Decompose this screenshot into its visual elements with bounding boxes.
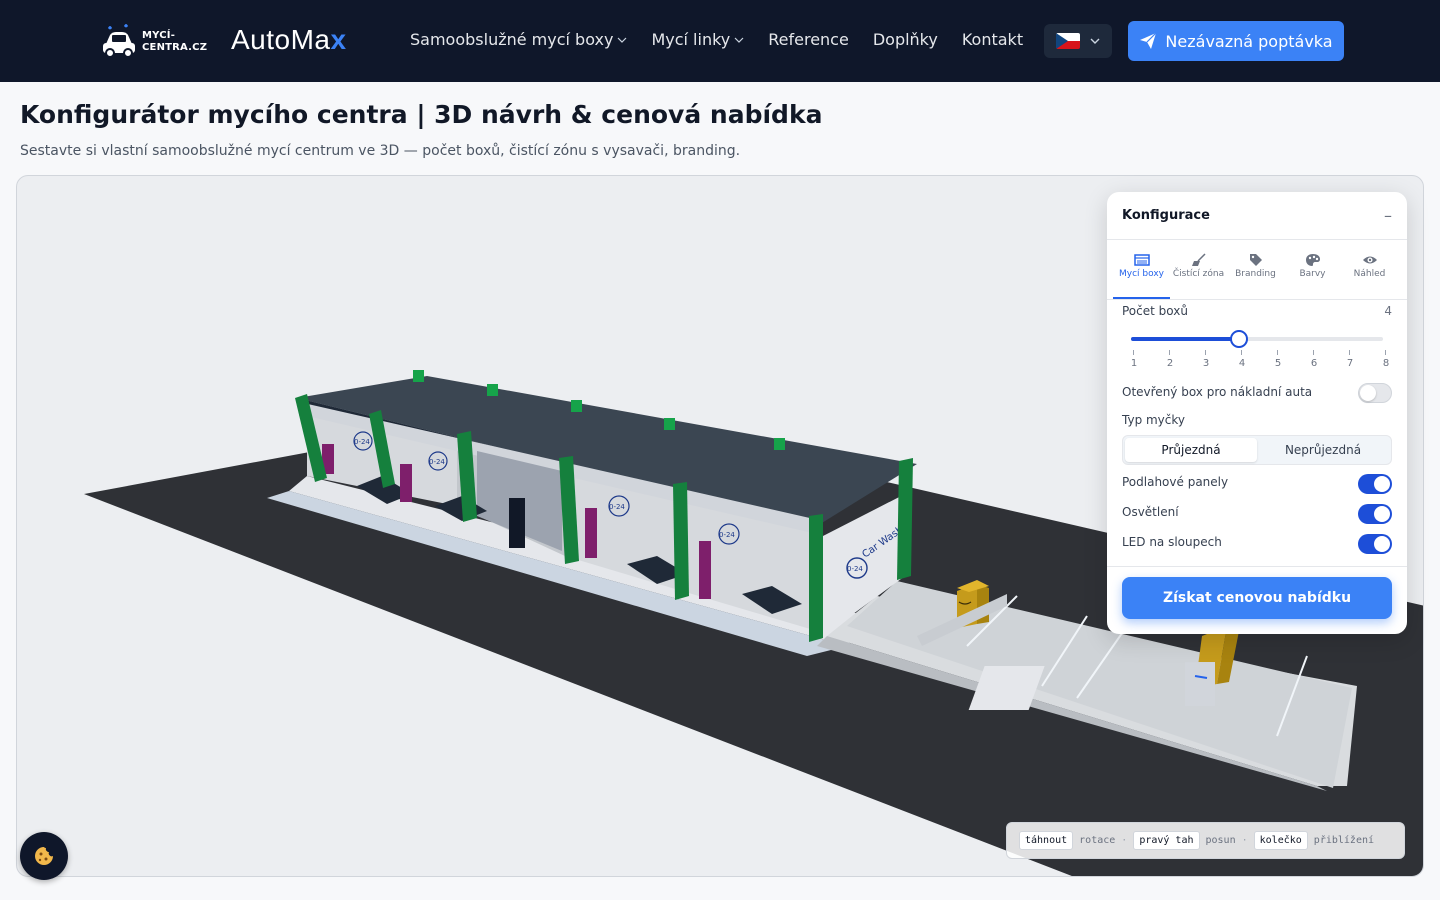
slider-tick-label: 4	[1235, 350, 1249, 369]
payment-terminal	[699, 541, 711, 599]
hint-separator: ·	[1241, 835, 1248, 846]
wash-type-non-drive-through[interactable]: Neprůjezdná	[1257, 438, 1389, 462]
led-pillars-toggle[interactable]	[1358, 534, 1392, 554]
hint-action-pan: posun	[1205, 835, 1236, 846]
tab-wash-boxes[interactable]: Mycí boxy	[1113, 240, 1170, 299]
floor-panels-toggle[interactable]	[1358, 474, 1392, 494]
tab-label: Barvy	[1299, 269, 1326, 279]
page-subtitle: Sestavte si vlastní samoobslužné mycí ce…	[20, 143, 741, 159]
get-quote-button[interactable]: Získat cenovou nabídku	[1122, 577, 1392, 619]
box-count-label: Počet boxů	[1122, 304, 1188, 318]
floor-panels-label: Podlahové panely	[1122, 475, 1229, 489]
cookie-icon	[35, 847, 53, 865]
hint-key-drag: táhnout	[1019, 831, 1074, 850]
automax-logo-accent: x	[330, 24, 347, 55]
automax-logo[interactable]: AutoMax	[231, 24, 347, 56]
car-wash-logo-icon	[103, 24, 135, 58]
czech-flag-icon	[1056, 33, 1080, 49]
tab-label: Náhled	[1353, 269, 1386, 279]
palette-icon	[1305, 254, 1320, 266]
sign-0-24: 0-24	[847, 565, 863, 573]
pillar	[809, 514, 823, 642]
slider-fill	[1131, 337, 1239, 341]
logo-text-line2: CENTRA.CZ	[142, 42, 208, 53]
pillar	[673, 482, 689, 600]
logo-text-line1: MYCÍ-	[142, 30, 176, 41]
mycicentra-logo[interactable]: MYCÍ- CENTRA.CZ	[98, 22, 208, 62]
sign-0-24: 0-24	[429, 458, 445, 466]
cookie-settings-button[interactable]	[20, 832, 68, 880]
led-pillars-label: LED na sloupech	[1122, 535, 1222, 549]
tab-colors[interactable]: Barvy	[1284, 240, 1341, 299]
truck-box-toggle[interactable]	[1358, 383, 1392, 403]
configuration-panel: Konfigurace – Mycí boxy Čistící zóna Bra…	[1107, 192, 1407, 634]
nav-label: Samoobslužné mycí boxy	[410, 30, 614, 49]
nav-label: Kontakt	[961, 30, 1024, 49]
slider-tick-label: 7	[1343, 350, 1357, 369]
slider-tick-label: 6	[1307, 350, 1321, 369]
slider-handle[interactable]	[1230, 330, 1248, 348]
chevron-down-icon	[1090, 38, 1100, 44]
nav-item-wash-lines[interactable]: Mycí linky	[651, 30, 744, 49]
nav-item-self-service-boxes[interactable]: Samoobslužné mycí boxy	[410, 30, 627, 49]
slider-tick-label: 8	[1379, 350, 1393, 369]
lighting-label: Osvětlení	[1122, 505, 1179, 519]
controls-hint-bar: táhnout rotace · pravý tah posun · koleč…	[1006, 822, 1405, 859]
tab-cleaning-zone[interactable]: Čistící zóna	[1170, 240, 1227, 299]
sign-0-24: 0-24	[609, 503, 625, 511]
hint-key-wheel: kolečko	[1253, 831, 1308, 850]
tab-label: Mycí boxy	[1119, 269, 1164, 279]
technical-room-door	[509, 498, 525, 548]
box-count-slider[interactable]	[1131, 330, 1383, 348]
nav-item-contact[interactable]: Kontakt	[962, 30, 1023, 49]
nav-item-accessories[interactable]: Doplňky	[873, 30, 938, 49]
hint-separator: ·	[1121, 835, 1128, 846]
paper-plane-icon	[1140, 32, 1157, 49]
inquiry-button-label: Nezávazná poptávka	[1165, 31, 1333, 51]
slider-tick-label: 2	[1163, 350, 1177, 369]
chevron-down-icon	[734, 37, 744, 43]
slider-ticks: 1 2 3 4 5 6 7 8	[1127, 350, 1393, 369]
broom-icon	[1191, 253, 1206, 266]
lighting-toggle[interactable]	[1358, 504, 1392, 524]
sign-0-24: 0-24	[354, 438, 370, 446]
sign-0-24: 0-24	[719, 531, 735, 539]
payment-terminal	[585, 508, 597, 558]
tab-branding[interactable]: Branding	[1227, 240, 1284, 299]
truck-box-label: Otevřený box pro nákladní auta	[1122, 385, 1313, 399]
nav-label: Mycí linky	[651, 30, 731, 49]
inquiry-button[interactable]: Nezávazná poptávka	[1128, 21, 1344, 61]
hint-key-right-drag: pravý tah	[1133, 831, 1200, 850]
boxes-icon	[1133, 254, 1150, 266]
slider-tick-label: 5	[1271, 350, 1285, 369]
tag-icon	[1249, 254, 1262, 266]
nav-item-references[interactable]: Reference	[768, 30, 849, 49]
wash-type-label: Typ myčky	[1122, 413, 1186, 427]
box-count-value: 4	[1384, 304, 1392, 318]
language-selector[interactable]	[1044, 24, 1112, 58]
slider-tick-label: 1	[1127, 350, 1141, 369]
tab-preview[interactable]: Náhled	[1341, 240, 1398, 299]
hint-action-rotate: rotace	[1079, 835, 1116, 846]
nav-label: Doplňky	[872, 30, 938, 49]
payment-terminal	[400, 464, 412, 502]
hint-action-zoom: přiblížení	[1313, 835, 1375, 846]
chevron-down-icon	[618, 37, 627, 43]
wash-type-selector: Průjezdná Neprůjezdná	[1122, 435, 1392, 465]
wash-type-drive-through[interactable]: Průjezdná	[1125, 438, 1257, 462]
automax-logo-main: AutoMa	[231, 24, 331, 55]
main-nav: Samoobslužné mycí boxy Mycí linky Refere…	[410, 30, 1047, 49]
nav-label: Reference	[768, 30, 849, 49]
slider-tick-label: 3	[1199, 350, 1213, 369]
page-title: Konfigurátor mycího centra | 3D návrh & …	[20, 100, 823, 129]
tab-label: Branding	[1235, 269, 1276, 279]
collapse-panel-button[interactable]: –	[1384, 206, 1392, 225]
panel-title: Konfigurace	[1122, 208, 1210, 223]
top-navigation-bar: MYCÍ- CENTRA.CZ AutoMax Samoobslužné myc…	[0, 0, 1440, 82]
tab-label: Čistící zóna	[1172, 269, 1225, 279]
pillar	[897, 458, 913, 580]
eye-icon	[1362, 256, 1377, 264]
config-tabs: Mycí boxy Čistící zóna Branding Barvy Ná…	[1107, 240, 1407, 300]
